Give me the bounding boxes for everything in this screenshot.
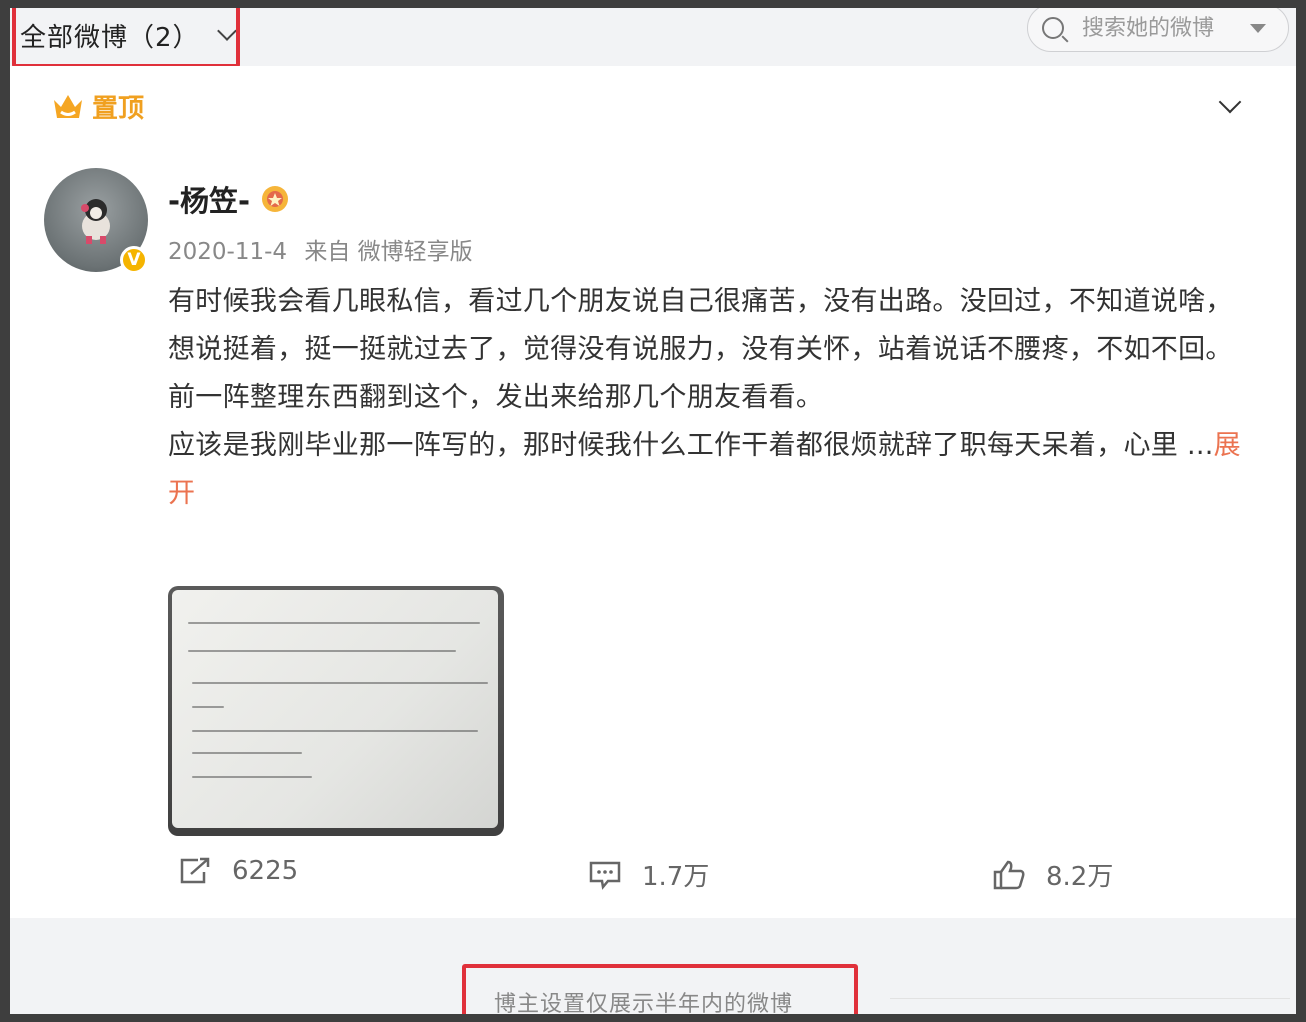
handwriting-line xyxy=(192,730,478,732)
like-count: 8.2万 xyxy=(1046,862,1114,892)
post-actions: 6225 1.7万 8.2万 xyxy=(10,856,1296,906)
crown-icon xyxy=(54,94,82,118)
handwritten-note-image xyxy=(172,590,498,828)
post-text-paragraph: 有时候我会看几眼私信，看过几个朋友说自己很痛苦，没有出路。没回过，不知道说啥，想… xyxy=(168,286,1233,365)
handwriting-line xyxy=(192,776,312,778)
post-text-paragraph: 应该是我刚毕业那一阵写的，那时候我什么工作干着都很烦就辞了职每天呆着，心里 ..… xyxy=(168,422,1258,518)
comment-icon xyxy=(589,861,621,890)
like-button[interactable]: 8.2万 xyxy=(992,856,1113,893)
post-meta: 2020-11-4 来自 微博轻享版 xyxy=(168,232,473,266)
feed-header: 全部微博（2） xyxy=(10,8,1296,68)
handwriting-line xyxy=(192,706,224,708)
handwriting-line xyxy=(188,622,480,624)
search-input[interactable] xyxy=(1080,14,1244,42)
comment-button[interactable]: 1.7万 xyxy=(588,856,709,893)
search-icon xyxy=(1042,17,1064,39)
thumbs-up-icon xyxy=(993,860,1025,889)
post-card: 置顶 V -杨笠- 2020-11-4 来自 微博轻享版 有时候我会看几眼私信，… xyxy=(10,66,1296,918)
share-icon xyxy=(180,857,210,884)
highlight-box-filter xyxy=(12,8,240,68)
divider xyxy=(890,998,1290,999)
caret-down-icon[interactable] xyxy=(1250,23,1266,33)
repost-button[interactable]: 6225 xyxy=(178,856,298,886)
post-text-line: 应该是我刚毕业那一阵写的，那时候我什么工作干着都很烦就辞了职每天呆着，心里 ..… xyxy=(168,430,1214,461)
username[interactable]: -杨笠- xyxy=(168,178,250,220)
handwriting-line xyxy=(192,682,488,684)
dog-photo xyxy=(81,199,110,244)
verified-badge: V xyxy=(120,246,148,274)
handwriting-line xyxy=(192,752,302,754)
post-search-box[interactable] xyxy=(1027,8,1289,52)
post-text-paragraph: 前一阵整理东西翻到这个，发出来给那几个朋友看看。 xyxy=(168,382,824,413)
comment-count: 1.7万 xyxy=(642,862,710,892)
post-image[interactable] xyxy=(168,586,504,836)
pinned-label: 置顶 xyxy=(92,94,145,124)
weibo-profile-feed: 全部微博（2） 置顶 xyxy=(10,8,1296,1014)
post-source: 来自 微博轻享版 xyxy=(304,239,473,265)
repost-count: 6225 xyxy=(232,856,299,886)
pinned-badge: 置顶 xyxy=(52,88,144,125)
post-text: 有时候我会看几眼私信，看过几个朋友说自己很痛苦，没有出路。没回过，不知道说啥，想… xyxy=(168,278,1258,518)
post-menu-chevron-icon[interactable] xyxy=(1218,90,1242,114)
handwriting-line xyxy=(188,650,456,652)
highlight-box-notice xyxy=(462,964,858,1014)
post-date[interactable]: 2020-11-4 xyxy=(168,239,287,265)
vip-medal-icon[interactable] xyxy=(260,184,290,214)
